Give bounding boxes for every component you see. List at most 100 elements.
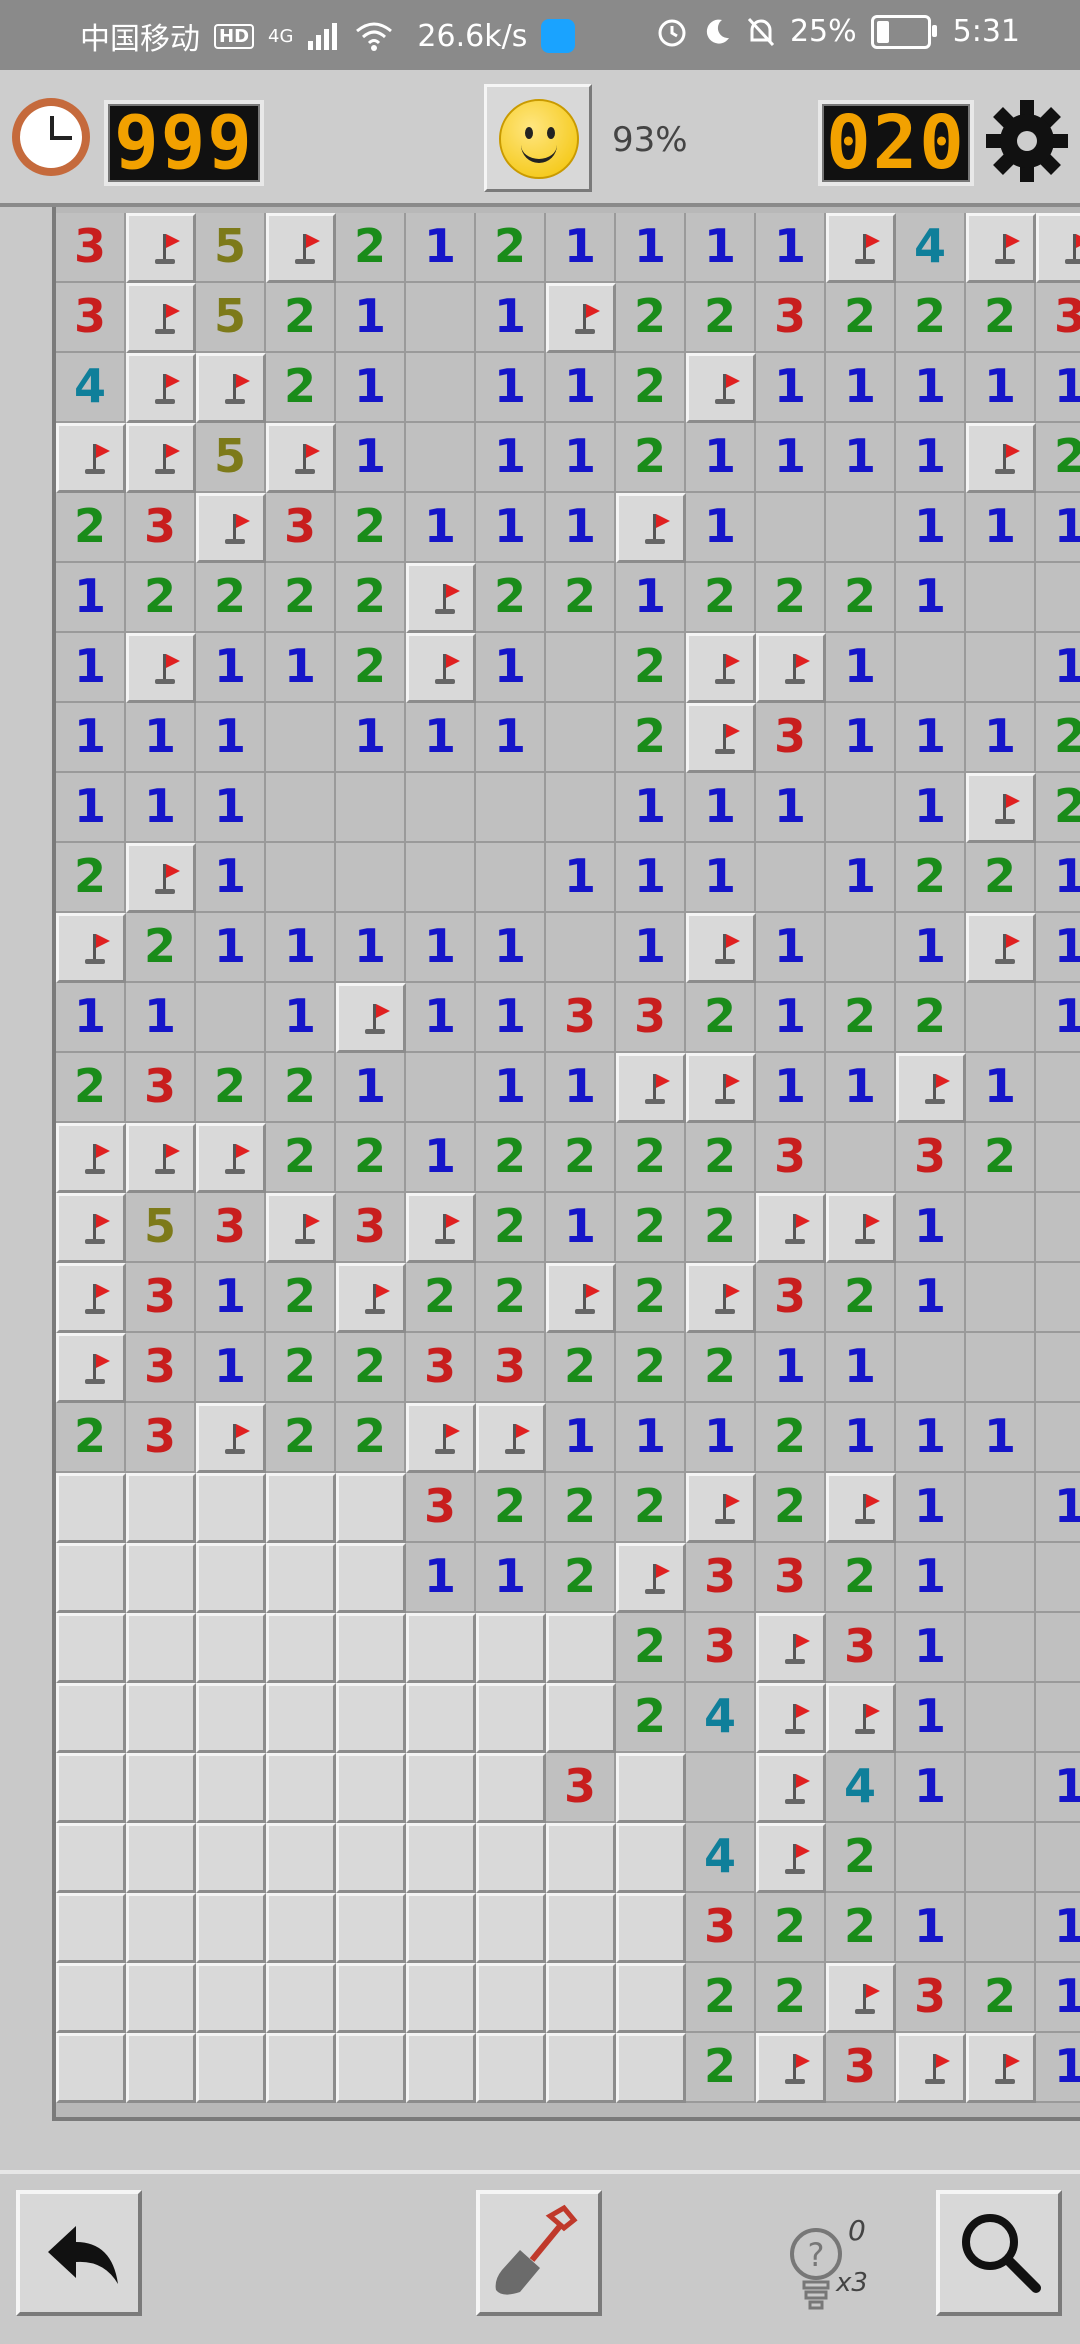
number-cell[interactable]: 1: [616, 913, 686, 983]
number-cell[interactable]: 2: [336, 1123, 406, 1193]
number-cell[interactable]: 3: [126, 1263, 196, 1333]
number-cell[interactable]: 2: [266, 563, 336, 633]
number-cell[interactable]: 2: [1036, 703, 1080, 773]
flagged-cell[interactable]: [616, 1053, 686, 1123]
number-cell[interactable]: 1: [756, 983, 826, 1053]
number-cell[interactable]: 1: [196, 703, 266, 773]
empty-cell[interactable]: [756, 843, 826, 913]
number-cell[interactable]: 1: [826, 1333, 896, 1403]
number-cell[interactable]: 2: [616, 1613, 686, 1683]
number-cell[interactable]: 1: [966, 703, 1036, 773]
flagged-cell[interactable]: [896, 1053, 966, 1123]
flagged-cell[interactable]: [616, 493, 686, 563]
unrevealed-cell[interactable]: [336, 1963, 406, 2033]
number-cell[interactable]: 2: [1036, 423, 1080, 493]
empty-cell[interactable]: [896, 633, 966, 703]
unrevealed-cell[interactable]: [126, 1613, 196, 1683]
number-cell[interactable]: 2: [266, 1263, 336, 1333]
number-cell[interactable]: 2: [266, 1123, 336, 1193]
number-cell[interactable]: 1: [896, 1403, 966, 1473]
flagged-cell[interactable]: [56, 1263, 126, 1333]
number-cell[interactable]: 1: [546, 1053, 616, 1123]
empty-cell[interactable]: [896, 1333, 966, 1403]
number-cell[interactable]: 2: [826, 1823, 896, 1893]
empty-cell[interactable]: [966, 1333, 1036, 1403]
number-cell[interactable]: 2: [616, 1333, 686, 1403]
empty-cell[interactable]: [686, 1753, 756, 1823]
unrevealed-cell[interactable]: [56, 2033, 126, 2103]
flagged-cell[interactable]: [406, 633, 476, 703]
number-cell[interactable]: 2: [756, 1963, 826, 2033]
number-cell[interactable]: 1: [196, 773, 266, 843]
number-cell[interactable]: 3: [336, 1193, 406, 1263]
unrevealed-cell[interactable]: [336, 2033, 406, 2103]
number-cell[interactable]: 2: [616, 1193, 686, 1263]
unrevealed-cell[interactable]: [196, 1683, 266, 1753]
number-cell[interactable]: 3: [686, 1543, 756, 1613]
number-cell[interactable]: 1: [1036, 1893, 1080, 1963]
flagged-cell[interactable]: [966, 213, 1036, 283]
number-cell[interactable]: 1: [476, 633, 546, 703]
flagged-cell[interactable]: [686, 703, 756, 773]
number-cell[interactable]: 1: [406, 213, 476, 283]
empty-cell[interactable]: [406, 773, 476, 843]
number-cell[interactable]: 1: [966, 1403, 1036, 1473]
number-cell[interactable]: 2: [826, 563, 896, 633]
number-cell[interactable]: 1: [686, 493, 756, 563]
unrevealed-cell[interactable]: [196, 1963, 266, 2033]
number-cell[interactable]: 1: [476, 1053, 546, 1123]
unrevealed-cell[interactable]: [56, 1473, 126, 1543]
unrevealed-cell[interactable]: [196, 1543, 266, 1613]
number-cell[interactable]: 3: [406, 1473, 476, 1543]
unrevealed-cell[interactable]: [616, 1753, 686, 1823]
number-cell[interactable]: 2: [336, 1403, 406, 1473]
dig-shovel-button[interactable]: [476, 2190, 602, 2316]
number-cell[interactable]: 2: [616, 1263, 686, 1333]
empty-cell[interactable]: [1036, 1683, 1080, 1753]
number-cell[interactable]: 2: [56, 1053, 126, 1123]
number-cell[interactable]: 2: [266, 353, 336, 423]
number-cell[interactable]: 3: [826, 1613, 896, 1683]
number-cell[interactable]: 1: [896, 773, 966, 843]
number-cell[interactable]: 2: [1036, 773, 1080, 843]
empty-cell[interactable]: [966, 1613, 1036, 1683]
number-cell[interactable]: 1: [966, 1053, 1036, 1123]
number-cell[interactable]: 1: [686, 773, 756, 843]
number-cell[interactable]: 1: [406, 913, 476, 983]
unrevealed-cell[interactable]: [406, 2033, 476, 2103]
number-cell[interactable]: 2: [686, 1123, 756, 1193]
number-cell[interactable]: 1: [476, 983, 546, 1053]
number-cell[interactable]: 3: [616, 983, 686, 1053]
unrevealed-cell[interactable]: [476, 1753, 546, 1823]
flagged-cell[interactable]: [126, 283, 196, 353]
flagged-cell[interactable]: [826, 1963, 896, 2033]
flagged-cell[interactable]: [56, 1193, 126, 1263]
number-cell[interactable]: 1: [56, 703, 126, 773]
number-cell[interactable]: 1: [756, 353, 826, 423]
number-cell[interactable]: 2: [686, 1963, 756, 2033]
unrevealed-cell[interactable]: [56, 1543, 126, 1613]
flagged-cell[interactable]: [966, 773, 1036, 843]
flagged-cell[interactable]: [126, 353, 196, 423]
number-cell[interactable]: 1: [826, 1403, 896, 1473]
empty-cell[interactable]: [546, 773, 616, 843]
number-cell[interactable]: 1: [56, 983, 126, 1053]
undo-button[interactable]: [16, 2190, 142, 2316]
empty-cell[interactable]: [966, 563, 1036, 633]
unrevealed-cell[interactable]: [266, 1823, 336, 1893]
empty-cell[interactable]: [1036, 1823, 1080, 1893]
number-cell[interactable]: 1: [896, 1893, 966, 1963]
number-cell[interactable]: 2: [616, 1473, 686, 1543]
number-cell[interactable]: 4: [826, 1753, 896, 1823]
empty-cell[interactable]: [336, 773, 406, 843]
empty-cell[interactable]: [966, 1543, 1036, 1613]
number-cell[interactable]: 2: [266, 283, 336, 353]
flagged-cell[interactable]: [1036, 213, 1080, 283]
number-cell[interactable]: 3: [756, 1263, 826, 1333]
unrevealed-cell[interactable]: [616, 2033, 686, 2103]
number-cell[interactable]: 1: [896, 703, 966, 773]
unrevealed-cell[interactable]: [266, 1963, 336, 2033]
number-cell[interactable]: 2: [266, 1333, 336, 1403]
number-cell[interactable]: 1: [686, 213, 756, 283]
number-cell[interactable]: 1: [616, 563, 686, 633]
